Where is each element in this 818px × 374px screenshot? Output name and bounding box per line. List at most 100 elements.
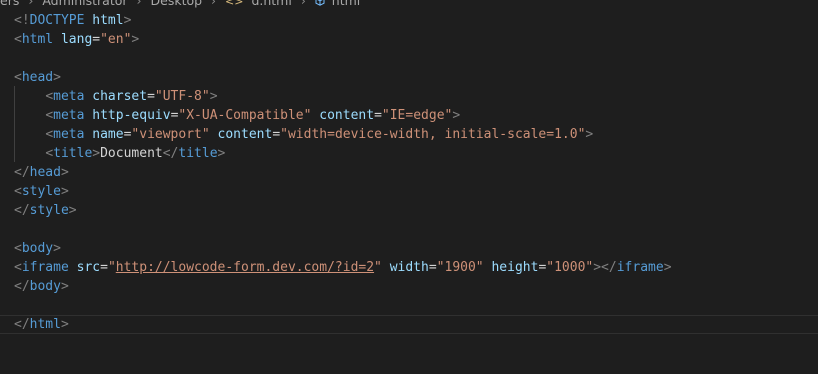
code-token: "UTF-8" [154, 89, 210, 104]
code-token: </ [14, 279, 30, 294]
code-token: </ [14, 203, 30, 218]
code-token: head [29, 165, 61, 180]
code-line[interactable]: <title>Document</title> [0, 144, 818, 163]
code-token: < [45, 108, 54, 123]
code-token: body [29, 279, 61, 294]
breadcrumb-item-users[interactable]: ers [0, 0, 19, 8]
code-token: style [21, 184, 61, 199]
code-token: = [92, 32, 101, 47]
code-link[interactable]: http://lowcode-form.dev.com/?id=2 [116, 260, 374, 275]
code-token: = [374, 108, 382, 123]
code-token: name [92, 127, 124, 142]
code-token: > [585, 127, 594, 142]
code-token: > [123, 13, 132, 28]
code-token: = [100, 260, 108, 275]
code-token: Document [100, 146, 163, 161]
code-token: > [131, 32, 140, 47]
code-token: body [21, 241, 54, 256]
code-token: < [45, 127, 54, 142]
chevron-right-icon: › [28, 0, 34, 8]
code-token: "en" [100, 32, 132, 47]
code-token: ></ [593, 260, 617, 275]
code-token: "viewport" [131, 127, 210, 142]
chevron-right-icon: › [300, 0, 306, 8]
code-token: content [217, 127, 273, 142]
code-token: < [45, 89, 54, 104]
code-token: < [45, 146, 54, 161]
code-token: = [428, 260, 437, 275]
code-token: html [29, 317, 61, 332]
code-token: > [68, 203, 77, 218]
code-token: > [53, 241, 61, 256]
code-token: charset [92, 89, 148, 104]
code-token: < [14, 260, 22, 275]
code-token: > [209, 89, 218, 104]
code-line[interactable]: </html> [0, 315, 818, 334]
code-token: < [14, 241, 22, 256]
code-token: meta [53, 108, 85, 123]
code-line[interactable]: <html lang="en"> [0, 30, 818, 49]
code-line[interactable]: <head> [0, 68, 818, 87]
code-line[interactable]: <body> [0, 239, 818, 258]
code-token: style [29, 203, 69, 218]
cube-symbol-icon [315, 0, 325, 6]
breadcrumb-item-symbol[interactable]: html [332, 0, 360, 8]
code-token: iframe [21, 260, 69, 275]
code-token: </ [14, 165, 30, 180]
code-line[interactable]: <meta name="viewport" content="width=dev… [0, 125, 818, 144]
code-line[interactable] [0, 49, 818, 68]
html-file-icon: <> [225, 0, 244, 8]
code-token: > [53, 70, 61, 85]
code-line[interactable]: </body> [0, 277, 818, 296]
code-token: "1000" [546, 260, 594, 275]
code-token: meta [53, 89, 85, 104]
code-token: </ [14, 317, 30, 332]
code-line[interactable] [0, 220, 818, 239]
code-token: > [452, 108, 461, 123]
code-token: "width=device-width, initial-scale=1.0" [280, 127, 586, 142]
code-token: > [60, 279, 69, 294]
code-line[interactable]: </style> [0, 201, 818, 220]
code-token: html [92, 13, 124, 28]
code-token: <! [14, 13, 30, 28]
code-token: height [491, 260, 539, 275]
code-line[interactable]: <meta http-equiv = "X-UA-Compatible" conte… [0, 106, 818, 125]
code-token: " [374, 260, 382, 275]
code-token: < [14, 70, 22, 85]
code-editor[interactable]: <!DOCTYPE html> <html lang="en"> <head> <… [0, 11, 818, 334]
code-token: "X-UA-Compatible" [178, 108, 312, 123]
code-line[interactable]: <meta charset="UTF-8"> [0, 87, 818, 106]
code-token: = [272, 127, 281, 142]
code-token: "1900" [436, 260, 484, 275]
code-token: DOCTYPE [29, 13, 85, 28]
code-token: src [76, 260, 101, 275]
breadcrumb-item-file[interactable]: d.html [251, 0, 291, 8]
code-line[interactable]: </head> [0, 163, 818, 182]
code-token: lang [60, 32, 93, 47]
code-token: title [178, 146, 218, 161]
code-token: > [663, 260, 672, 275]
breadcrumb-item-desktop[interactable]: Desktop [151, 0, 203, 8]
chevron-right-icon: › [136, 0, 142, 8]
code-token: < [14, 32, 22, 47]
code-line[interactable]: <!DOCTYPE html> [0, 11, 818, 30]
code-token: html [21, 32, 54, 47]
code-line[interactable] [0, 296, 818, 315]
code-token: > [60, 184, 69, 199]
code-token: > [60, 317, 69, 332]
breadcrumb-item-administrator[interactable]: Administrator [42, 0, 127, 8]
code-token: > [60, 165, 69, 180]
code-token: > [92, 146, 101, 161]
code-line[interactable]: <style> [0, 182, 818, 201]
code-line[interactable]: <iframe src="http://lowcode-form.dev.com… [0, 258, 818, 277]
code-token: content [319, 108, 375, 123]
code-token: > [217, 146, 226, 161]
